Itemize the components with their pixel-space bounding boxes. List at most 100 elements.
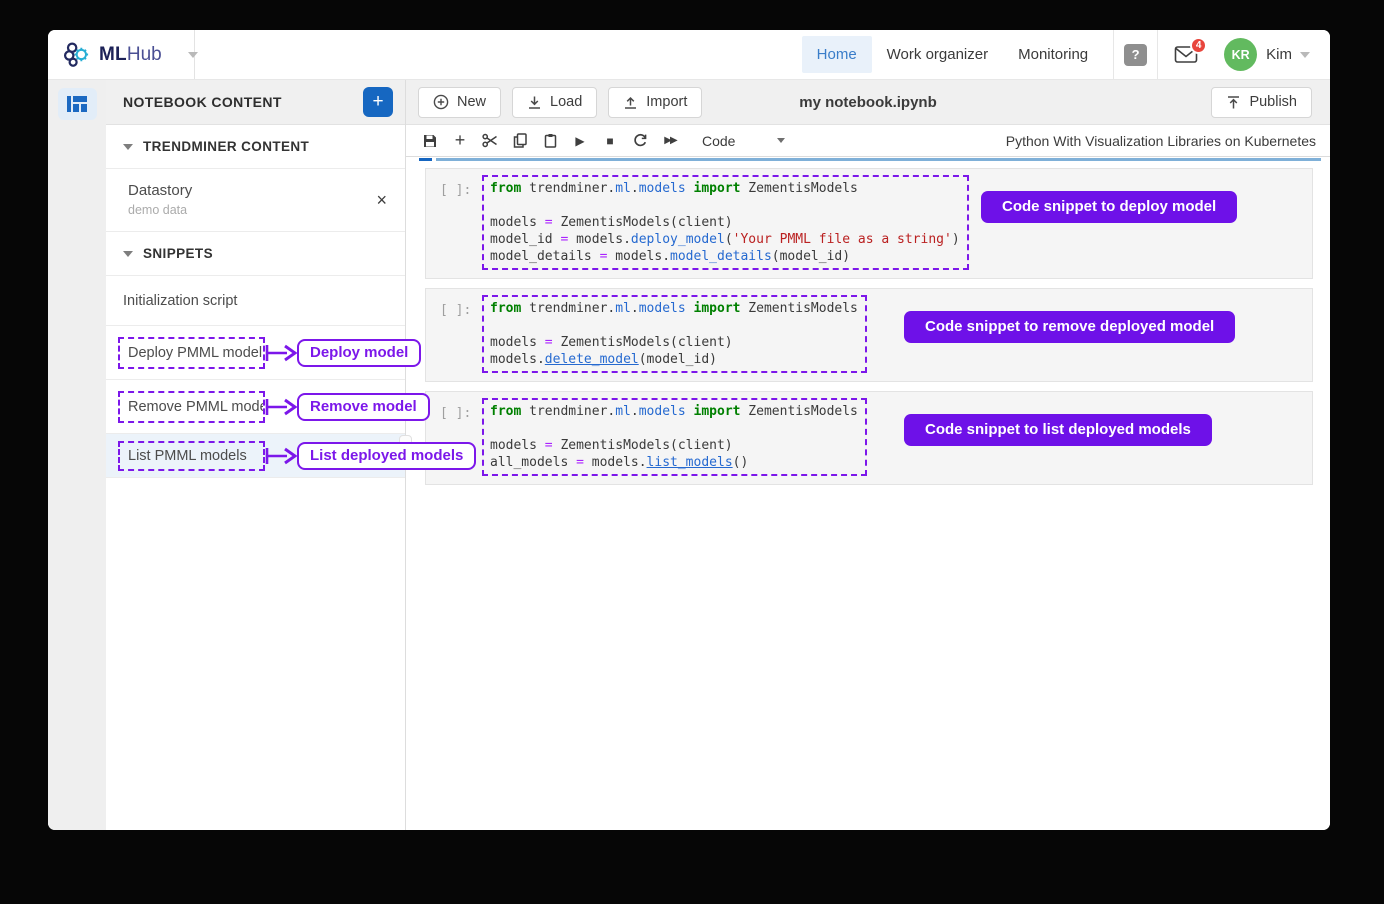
section-snippets[interactable]: SNIPPETS: [106, 232, 405, 276]
notebook-title: my notebook.ipynb: [799, 94, 937, 111]
cell-prompt: [ ]:: [440, 175, 482, 270]
restart-icon: [633, 133, 648, 148]
avatar[interactable]: KR: [1224, 38, 1257, 71]
deploy-snippet-highlight: Deploy PMML model: [118, 337, 265, 369]
notifications-button[interactable]: 4: [1174, 45, 1198, 64]
panel-toggle-button[interactable]: [58, 88, 97, 120]
scissors-icon: [482, 133, 498, 148]
datastory-subtitle: demo data: [128, 203, 388, 217]
publish-button[interactable]: Publish: [1211, 87, 1312, 118]
run-all-button[interactable]: ▶▶: [658, 129, 682, 153]
copy-icon: [513, 133, 527, 148]
arrow-right-icon: [265, 397, 297, 417]
notebook-actions-toolbar: New Load Import: [406, 80, 1330, 125]
save-button[interactable]: [418, 129, 442, 153]
header-divider: [1113, 30, 1114, 80]
sidebar-item-deploy-pmml-model[interactable]: Deploy PMML model Deploy model: [106, 326, 405, 380]
code-cell-deploy: [ ]: from trendminer.ml.models import Ze…: [425, 168, 1313, 279]
stop-kernel-button[interactable]: ■: [598, 129, 622, 153]
code-editor[interactable]: from trendminer.ml.models import Zementi…: [482, 295, 867, 373]
upload-icon: [623, 95, 638, 110]
run-cell-button[interactable]: ▶: [568, 129, 592, 153]
cells-area: [ ]: from trendminer.ml.models import Ze…: [406, 161, 1330, 830]
load-button-label: Load: [550, 94, 582, 110]
callout-code-snippet-remove: Code snippet to remove deployed model: [904, 311, 1235, 343]
play-icon: ▶: [575, 134, 584, 148]
nav-tab-monitoring[interactable]: Monitoring: [1003, 36, 1103, 73]
sidebar-item-remove-pmml-model[interactable]: Remove PMML model Remove model: [106, 380, 405, 434]
paste-cell-button[interactable]: [538, 129, 562, 153]
add-cell-button[interactable]: +: [448, 129, 472, 153]
new-button-label: New: [457, 94, 486, 110]
callout-label: Deploy model: [297, 339, 421, 367]
callout-code-snippet-deploy: Code snippet to deploy model: [981, 191, 1237, 223]
app-header: MLHub Home Work organizer Monitoring ? 4…: [48, 30, 1330, 80]
code-editor[interactable]: from trendminer.ml.models import Zementi…: [482, 398, 867, 476]
triangle-down-icon: [123, 144, 133, 150]
code-cell-remove: [ ]: from trendminer.ml.models import Ze…: [425, 288, 1313, 382]
load-button[interactable]: Load: [512, 87, 597, 118]
triangle-down-icon: [123, 251, 133, 257]
stop-icon: ■: [606, 134, 613, 148]
sidebar-item-list-pmml-models[interactable]: List PMML models List deployed models: [106, 434, 405, 478]
new-button[interactable]: New: [418, 87, 501, 118]
kernel-name: Python With Visualization Libraries on K…: [1006, 133, 1330, 149]
callout-code-snippet-list: Code snippet to list deployed models: [904, 414, 1212, 446]
callout-deploy-model: Deploy model: [265, 339, 421, 367]
user-menu-chevron-down-icon[interactable]: [1300, 52, 1310, 58]
sidebar-header: NOTEBOOK CONTENT +: [106, 80, 405, 125]
publish-button-label: Publish: [1249, 94, 1297, 110]
logo-text-ml: ML: [99, 44, 127, 65]
notebook-main: New Load Import: [406, 80, 1330, 830]
section-trendminer-content[interactable]: TRENDMINER CONTENT: [106, 125, 405, 169]
remove-snippet-highlight: Remove PMML model: [118, 391, 265, 423]
plus-circle-icon: [433, 94, 449, 110]
section-label: TRENDMINER CONTENT: [143, 139, 309, 154]
cell-type-value: Code: [702, 133, 735, 149]
paste-icon: [544, 133, 557, 148]
mlhub-logo-icon: [62, 40, 91, 69]
arrow-right-icon: [265, 446, 297, 466]
callout-label: List deployed models: [297, 442, 476, 470]
cell-type-select[interactable]: Code: [702, 133, 785, 149]
import-button-label: Import: [646, 94, 687, 110]
cell-prompt: [ ]:: [440, 295, 482, 373]
close-icon[interactable]: ×: [376, 191, 387, 209]
sidebar-title: NOTEBOOK CONTENT: [123, 94, 282, 110]
list-snippet-highlight: List PMML models: [118, 441, 265, 471]
restart-kernel-button[interactable]: [628, 129, 652, 153]
callout-remove-model: Remove model: [265, 393, 430, 421]
callout-list-models: List deployed models: [265, 442, 476, 470]
logo-chevron-down-icon[interactable]: [188, 52, 198, 58]
code-editor[interactable]: from trendminer.ml.models import Zementi…: [482, 175, 969, 270]
add-content-button[interactable]: +: [363, 87, 393, 117]
notebook-content-sidebar: NOTEBOOK CONTENT + TRENDMINER CONTENT Da…: [106, 80, 406, 830]
notification-badge: 4: [1190, 37, 1207, 54]
datastory-title: Datastory: [128, 182, 388, 199]
sidebar-item-initialization-script[interactable]: Initialization script: [106, 276, 405, 326]
nav-tab-home[interactable]: Home: [802, 36, 872, 73]
header-divider: [1157, 30, 1158, 80]
section-label: SNIPPETS: [143, 246, 213, 261]
left-icon-rail: [48, 80, 106, 830]
cell-toolbar: +: [406, 125, 1330, 157]
copy-cell-button[interactable]: [508, 129, 532, 153]
fast-forward-icon: ▶▶: [664, 135, 675, 146]
arrow-right-icon: [265, 343, 297, 363]
import-button[interactable]: Import: [608, 87, 702, 118]
nav-tab-work-organizer[interactable]: Work organizer: [872, 36, 1003, 73]
download-icon: [527, 95, 542, 110]
cut-cell-button[interactable]: [478, 129, 502, 153]
app-window: MLHub Home Work organizer Monitoring ? 4…: [48, 30, 1330, 830]
logo-text-hub: Hub: [127, 44, 162, 65]
code-cell-list: [ ]: from trendminer.ml.models import Ze…: [425, 391, 1313, 485]
app-logo[interactable]: MLHub: [48, 30, 195, 79]
layout-panel-icon: [66, 95, 88, 113]
plus-icon: +: [455, 130, 466, 151]
chevron-down-icon: [777, 138, 785, 143]
sidebar-item-datastory[interactable]: Datastory demo data ×: [106, 169, 405, 232]
user-name: Kim: [1266, 46, 1292, 63]
floppy-icon: [423, 134, 437, 148]
publish-icon: [1226, 95, 1241, 110]
help-icon[interactable]: ?: [1124, 44, 1147, 66]
